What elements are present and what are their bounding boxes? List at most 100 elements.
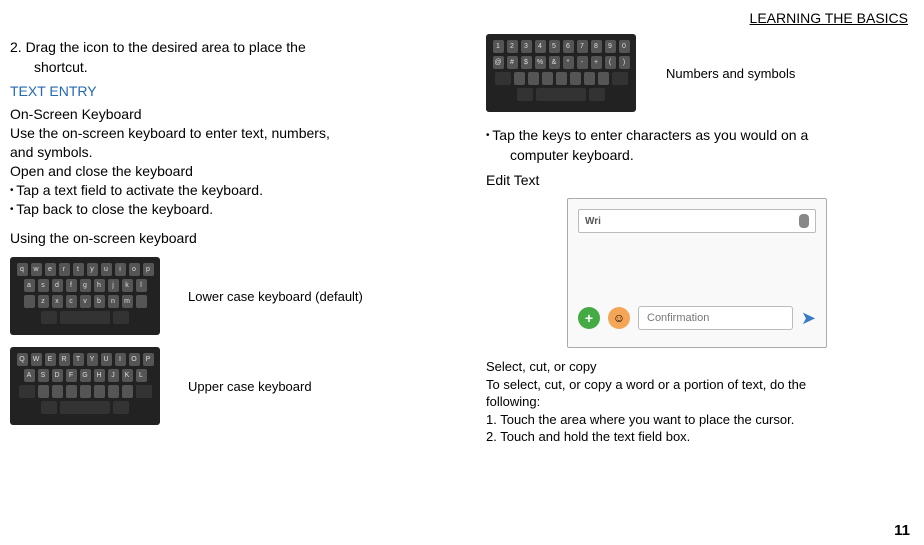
key: ) <box>619 56 630 69</box>
key-abc <box>517 88 533 101</box>
key-enter <box>589 88 605 101</box>
key: n <box>108 295 119 308</box>
key: F <box>66 369 77 382</box>
key: R <box>59 353 70 366</box>
key: O <box>129 353 140 366</box>
keyboard-lower-row: qwertyuiop asdfghjkl zxcvbnm Lower case … <box>10 257 460 335</box>
plus-icon: + <box>578 307 600 329</box>
key: b <box>94 295 105 308</box>
key-sym <box>41 311 57 324</box>
key: @ <box>493 56 504 69</box>
key: a <box>24 279 35 292</box>
key <box>136 295 147 308</box>
keyboard-numbers-image: 1234567890 @#$%&*-+() <box>486 34 636 112</box>
tap-line2: computer keyboard. <box>486 146 908 166</box>
section-text-entry: TEXT ENTRY <box>10 83 460 99</box>
key: 6 <box>563 40 574 53</box>
key-enter <box>113 311 129 324</box>
key: f <box>66 279 77 292</box>
bullet-close: Tap back to close the keyboard. <box>10 200 460 219</box>
key: E <box>45 353 56 366</box>
key: 8 <box>591 40 602 53</box>
key: 9 <box>605 40 616 53</box>
key-space <box>60 401 110 414</box>
keyboard-numbers-row: 1234567890 @#$%&*-+() Numbers and symbol… <box>486 34 908 112</box>
key: K <box>122 369 133 382</box>
key-backspace <box>136 385 152 398</box>
mic-icon <box>799 214 809 228</box>
step-2-line1: 2. Drag the icon to the desired area to … <box>10 39 306 55</box>
key: ( <box>605 56 616 69</box>
key <box>24 295 35 308</box>
select-cut-copy-heading: Select, cut, or copy <box>486 358 908 376</box>
key: G <box>80 369 91 382</box>
key-space <box>536 88 586 101</box>
tap-instruction: Tap the keys to enter characters as you … <box>486 126 908 165</box>
key: e <box>45 263 56 276</box>
key: y <box>87 263 98 276</box>
emoji-icon: ☺ <box>608 307 630 329</box>
key: W <box>31 353 42 366</box>
select-step1: 1. Touch the area where you want to plac… <box>486 411 908 429</box>
key: x <box>52 295 63 308</box>
keyboard-upper-row: QWERTYUIOP ASDFGHJKL Upper case keyboard <box>10 347 460 425</box>
keyboard-numbers-caption: Numbers and symbols <box>666 66 795 81</box>
key: 4 <box>535 40 546 53</box>
key: + <box>591 56 602 69</box>
key-sym <box>41 401 57 414</box>
key: u <box>101 263 112 276</box>
key: 3 <box>521 40 532 53</box>
page-header: LEARNING THE BASICS <box>10 10 908 26</box>
page-number: 11 <box>894 522 910 539</box>
key: s <box>38 279 49 292</box>
confirmation-text: Confirmation <box>647 312 709 324</box>
key: 1 <box>493 40 504 53</box>
osk-desc-line2: and symbols. <box>10 143 460 162</box>
key: S <box>38 369 49 382</box>
send-icon: ➤ <box>801 308 816 329</box>
onscreen-keyboard-heading: On-Screen Keyboard <box>10 105 460 124</box>
key: Q <box>17 353 28 366</box>
key: $ <box>521 56 532 69</box>
key: Y <box>87 353 98 366</box>
keyboard-upper-caption: Upper case keyboard <box>188 379 312 394</box>
tap-line1: Tap the keys to enter characters as you … <box>486 127 808 143</box>
bullet-activate: Tap a text field to activate the keyboar… <box>10 181 460 200</box>
key-shift <box>19 385 35 398</box>
key: U <box>101 353 112 366</box>
keyboard-lower-caption: Lower case keyboard (default) <box>188 289 363 304</box>
key: d <box>52 279 63 292</box>
keyboard-upper-image: QWERTYUIOP ASDFGHJKL <box>10 347 160 425</box>
right-column: 1234567890 @#$%&*-+() Numbers and symbol… <box>486 30 908 446</box>
key: l <box>136 279 147 292</box>
key: * <box>563 56 574 69</box>
edit-text-image: Wri + ☺ Confirmation ➤ <box>567 198 827 348</box>
key: h <box>94 279 105 292</box>
edit-text-value: Wri <box>585 216 601 227</box>
key: t <box>73 263 84 276</box>
key: 5 <box>549 40 560 53</box>
key: H <box>94 369 105 382</box>
key: P <box>143 353 154 366</box>
step-2: 2. Drag the icon to the desired area to … <box>10 38 460 77</box>
key: k <box>122 279 133 292</box>
key: 2 <box>507 40 518 53</box>
key: # <box>507 56 518 69</box>
step-2-line2: shortcut. <box>10 58 460 78</box>
edit-text-heading: Edit Text <box>486 171 908 190</box>
edit-text-field: Wri <box>578 209 816 233</box>
select-body-line2: following: <box>486 393 908 411</box>
key: p <box>143 263 154 276</box>
key: v <box>80 295 91 308</box>
key: J <box>108 369 119 382</box>
key-space <box>60 311 110 324</box>
key: T <box>73 353 84 366</box>
key: 7 <box>577 40 588 53</box>
key: A <box>24 369 35 382</box>
keyboard-lower-image: qwertyuiop asdfghjkl zxcvbnm <box>10 257 160 335</box>
key: i <box>115 263 126 276</box>
key: & <box>549 56 560 69</box>
confirmation-field: Confirmation <box>638 306 793 330</box>
key: - <box>577 56 588 69</box>
key: 0 <box>619 40 630 53</box>
